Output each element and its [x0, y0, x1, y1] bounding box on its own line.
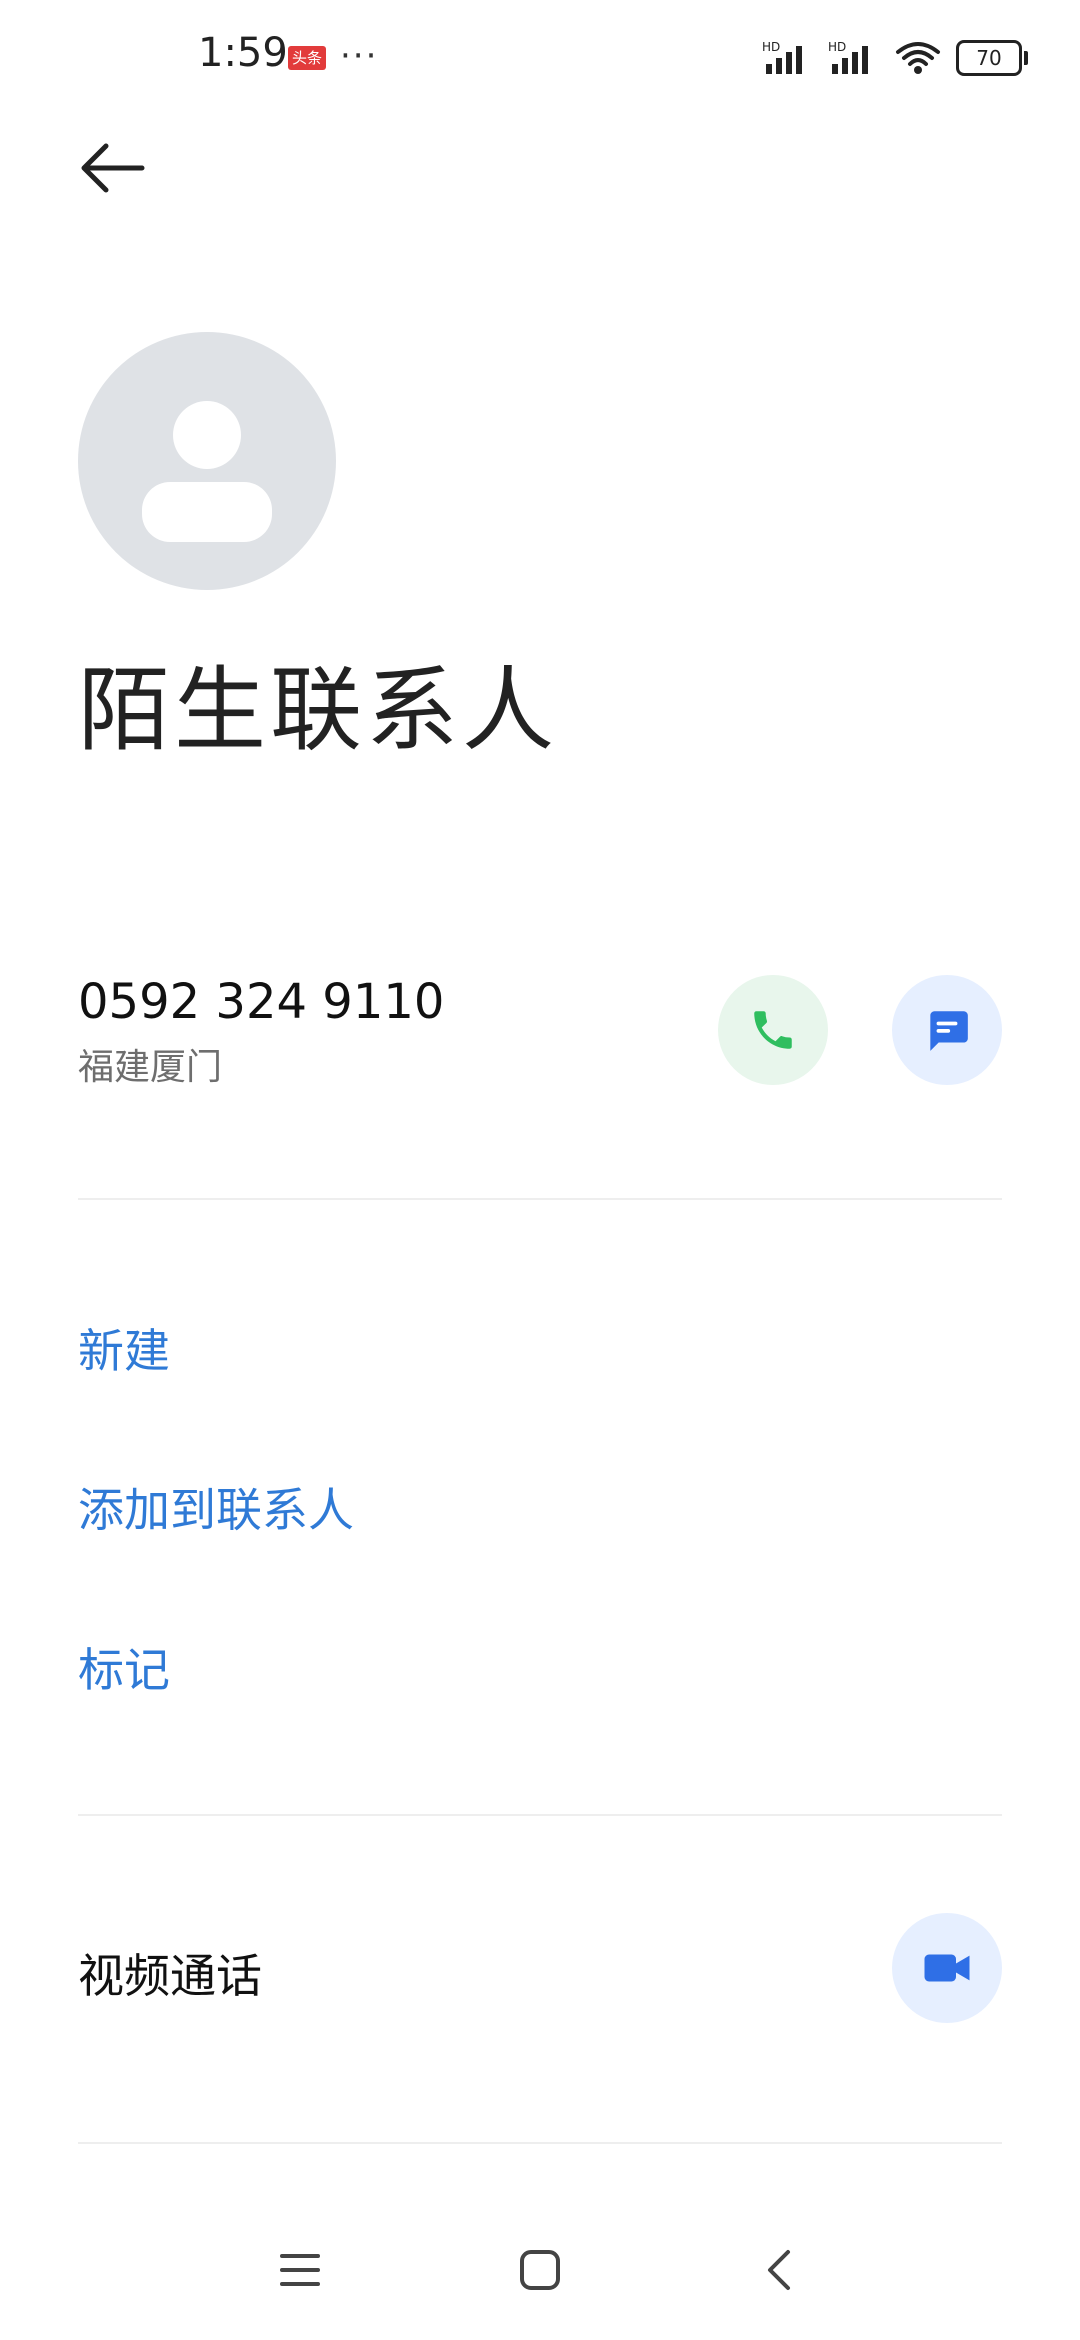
- phone-number[interactable]: 0592 324 9110: [78, 974, 444, 1030]
- signal-hd-icon-2: HD: [828, 40, 868, 74]
- wifi-icon: [896, 42, 940, 74]
- contact-avatar: [78, 332, 336, 590]
- status-time: 1:59: [198, 30, 288, 76]
- chevron-left-icon: [768, 2250, 790, 2290]
- hd-label-1: HD: [762, 40, 780, 54]
- add-to-contacts-link[interactable]: 添加到联系人: [78, 1474, 354, 1540]
- divider-2: [78, 1814, 1002, 1816]
- status-more-dots: ···: [340, 36, 379, 76]
- toutiao-badge: 头条: [288, 46, 326, 70]
- nav-back-button[interactable]: [750, 2240, 810, 2300]
- new-contact-link[interactable]: 新建: [78, 1315, 170, 1381]
- phone-location: 福建厦门: [78, 1047, 223, 1088]
- contact-name: 陌生联系人: [78, 657, 559, 764]
- battery-indicator: 70: [956, 40, 1028, 76]
- message-button[interactable]: [892, 975, 1002, 1085]
- home-square-icon: [520, 2250, 560, 2290]
- call-button[interactable]: [718, 975, 828, 1085]
- phone-icon: [754, 1011, 792, 1049]
- hd-label-2: HD: [828, 40, 846, 54]
- back-button[interactable]: [76, 138, 148, 198]
- video-call-button[interactable]: [892, 1913, 1002, 2023]
- menu-icon: [280, 2254, 320, 2286]
- status-icons: HD HD 70: [762, 40, 1028, 76]
- video-call-label[interactable]: 视频通话: [78, 1940, 262, 2006]
- signal-hd-icon-1: HD: [762, 40, 802, 74]
- nav-home-button[interactable]: [510, 2240, 570, 2300]
- arrow-left-icon: [81, 143, 145, 193]
- mark-link[interactable]: 标记: [78, 1634, 170, 1700]
- message-icon: [930, 1011, 968, 1051]
- video-camera-icon: [924, 1954, 970, 1982]
- nav-menu-button[interactable]: [270, 2240, 330, 2300]
- person-icon: [142, 401, 272, 542]
- divider-1: [78, 1198, 1002, 1200]
- divider-3: [78, 2142, 1002, 2144]
